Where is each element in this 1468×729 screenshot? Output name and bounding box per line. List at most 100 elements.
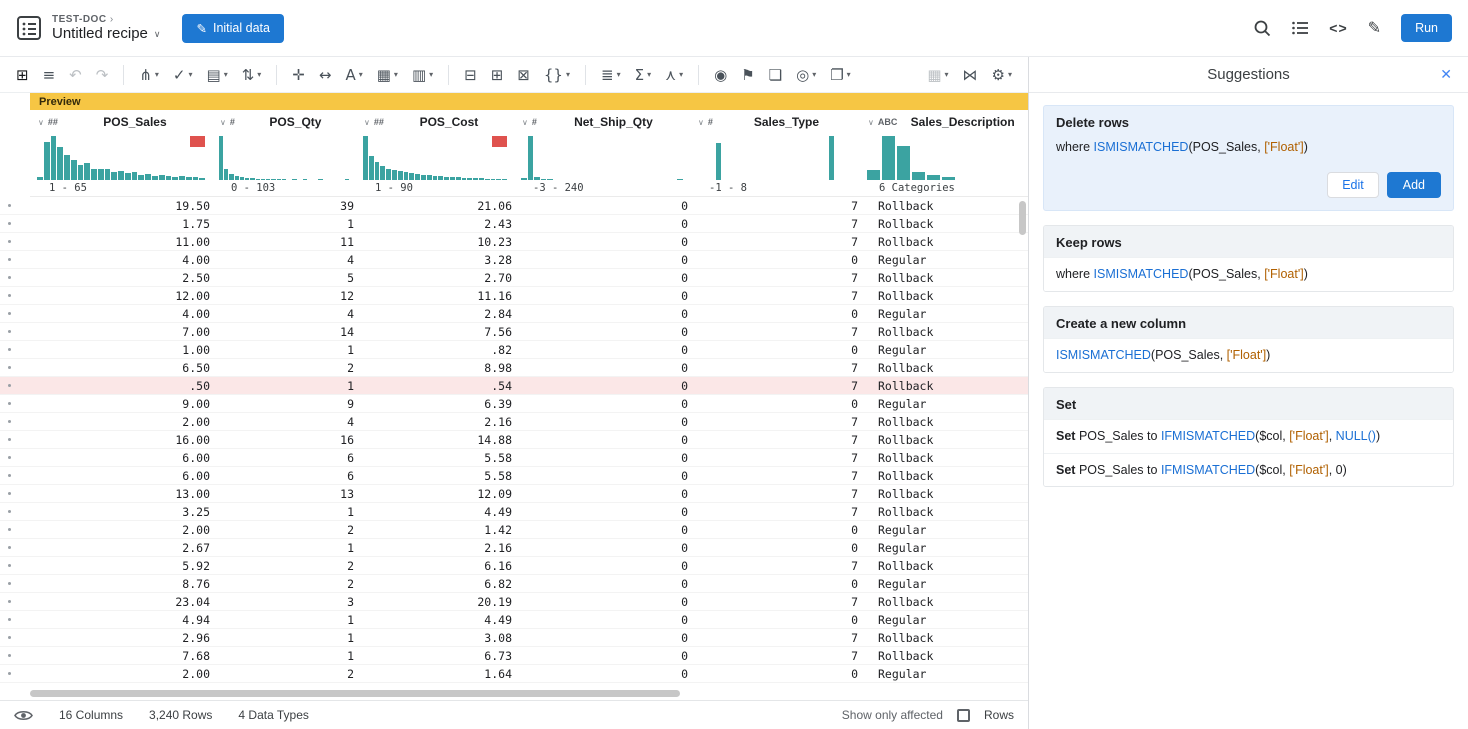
title-dropdown-caret-icon[interactable]: ∨ bbox=[154, 29, 161, 39]
table-row[interactable]: 1.7512.4307Rollback bbox=[0, 215, 1028, 233]
table-row[interactable]: 2.0042.1607Rollback bbox=[0, 413, 1028, 431]
histogram-bar[interactable] bbox=[496, 179, 501, 180]
table-row[interactable]: .501.5407Rollback bbox=[0, 377, 1028, 395]
histogram-bar[interactable] bbox=[318, 179, 322, 180]
cell-POS_Cost[interactable]: 12.09 bbox=[356, 487, 514, 501]
cell-POS_Cost[interactable]: 2.16 bbox=[356, 541, 514, 555]
cell-POS_Qty[interactable]: 3 bbox=[212, 595, 356, 609]
edit-button[interactable]: Edit bbox=[1327, 172, 1379, 198]
cell-POS_Cost[interactable]: 20.19 bbox=[356, 595, 514, 609]
table-row[interactable]: 5.9226.1607Rollback bbox=[0, 557, 1028, 575]
cell-POS_Cost[interactable]: .82 bbox=[356, 343, 514, 357]
cell-POS_Sales[interactable]: 4.00 bbox=[30, 253, 212, 267]
table-row[interactable]: 7.6816.7307Rollback bbox=[0, 647, 1028, 665]
cell-Sales_Type[interactable]: 7 bbox=[690, 379, 860, 393]
histogram-bar[interactable] bbox=[138, 175, 144, 180]
suggestion-card-set[interactable]: SetSet POS_Sales to IFMISMATCHED($col, [… bbox=[1043, 387, 1454, 488]
histogram-bar[interactable] bbox=[266, 179, 270, 180]
cell-POS_Qty[interactable]: 11 bbox=[212, 235, 356, 249]
cell-Sales_Type[interactable]: 0 bbox=[690, 613, 860, 627]
histogram-bar[interactable] bbox=[521, 178, 527, 180]
histogram-bar[interactable] bbox=[345, 179, 349, 180]
cell-POS_Sales[interactable]: 12.00 bbox=[30, 289, 212, 303]
cell-Net_Ship_Qty[interactable]: 0 bbox=[514, 361, 690, 375]
cell-Sales_Type[interactable]: 7 bbox=[690, 289, 860, 303]
cell-POS_Sales[interactable]: 7.00 bbox=[30, 325, 212, 339]
redo-button[interactable]: ↷ bbox=[90, 63, 115, 87]
column-header-POS_Sales[interactable]: ∨##POS_Sales bbox=[30, 110, 212, 134]
column-menu-caret-icon[interactable]: ∨ bbox=[212, 118, 230, 127]
table-row[interactable]: 6.0065.5807Rollback bbox=[0, 467, 1028, 485]
cell-Net_Ship_Qty[interactable]: 0 bbox=[514, 613, 690, 627]
histogram-bar[interactable] bbox=[398, 171, 403, 180]
flag-button[interactable]: ⚑ bbox=[735, 63, 760, 87]
table-row[interactable]: 6.5028.9807Rollback bbox=[0, 359, 1028, 377]
cell-Sales_Type[interactable]: 7 bbox=[690, 199, 860, 213]
cell-POS_Cost[interactable]: 3.28 bbox=[356, 253, 514, 267]
cell-POS_Qty[interactable]: 1 bbox=[212, 379, 356, 393]
cell-POS_Cost[interactable]: 1.64 bbox=[356, 667, 514, 681]
table-row[interactable]: 6.0065.5807Rollback bbox=[0, 449, 1028, 467]
cell-POS_Cost[interactable]: 11.16 bbox=[356, 289, 514, 303]
cell-Net_Ship_Qty[interactable]: 0 bbox=[514, 271, 690, 285]
histogram-bar[interactable] bbox=[450, 177, 455, 180]
histogram-bar[interactable] bbox=[229, 174, 233, 180]
fit-width-button[interactable]: ↔ bbox=[313, 63, 338, 87]
cell-Sales_Description[interactable]: Rollback bbox=[860, 415, 1028, 429]
cell-Sales_Description[interactable]: Regular bbox=[860, 253, 1028, 267]
cell-POS_Sales[interactable]: 1.75 bbox=[30, 217, 212, 231]
suggestion-expression[interactable]: ISMISMATCHED(POS_Sales, ['Float']) bbox=[1044, 338, 1453, 372]
histogram-bar[interactable] bbox=[145, 174, 151, 180]
cell-Net_Ship_Qty[interactable]: 0 bbox=[514, 469, 690, 483]
histogram-bar[interactable] bbox=[78, 165, 84, 180]
histogram-bar[interactable] bbox=[421, 175, 426, 180]
cell-Sales_Description[interactable]: Rollback bbox=[860, 487, 1028, 501]
cell-Sales_Description[interactable]: Rollback bbox=[860, 361, 1028, 375]
cell-POS_Qty[interactable]: 5 bbox=[212, 271, 356, 285]
table-row[interactable]: 2.0021.6400Regular bbox=[0, 665, 1028, 683]
cell-POS_Sales[interactable]: 5.92 bbox=[30, 559, 212, 573]
cell-POS_Qty[interactable]: 6 bbox=[212, 469, 356, 483]
cell-Sales_Type[interactable]: 7 bbox=[690, 271, 860, 285]
column-header-POS_Qty[interactable]: ∨#POS_Qty bbox=[212, 110, 356, 134]
cell-POS_Qty[interactable]: 1 bbox=[212, 613, 356, 627]
cell-Net_Ship_Qty[interactable]: 0 bbox=[514, 667, 690, 681]
cell-Net_Ship_Qty[interactable]: 0 bbox=[514, 325, 690, 339]
histogram-bar[interactable] bbox=[245, 178, 249, 180]
cell-POS_Cost[interactable]: 8.98 bbox=[356, 361, 514, 375]
cell-POS_Sales[interactable]: 7.68 bbox=[30, 649, 212, 663]
cell-POS_Cost[interactable]: 3.08 bbox=[356, 631, 514, 645]
cell-Sales_Type[interactable]: 7 bbox=[690, 433, 860, 447]
cell-Sales_Type[interactable]: 7 bbox=[690, 415, 860, 429]
cell-POS_Sales[interactable]: 23.04 bbox=[30, 595, 212, 609]
histogram-bar[interactable] bbox=[942, 177, 955, 180]
cell-POS_Sales[interactable]: 6.00 bbox=[30, 469, 212, 483]
cell-POS_Qty[interactable]: 1 bbox=[212, 217, 356, 231]
cell-POS_Sales[interactable]: 11.00 bbox=[30, 235, 212, 249]
cell-Net_Ship_Qty[interactable]: 0 bbox=[514, 649, 690, 663]
table-row[interactable]: 11.001110.2307Rollback bbox=[0, 233, 1028, 251]
cell-POS_Cost[interactable]: 6.73 bbox=[356, 649, 514, 663]
histogram-bar[interactable] bbox=[132, 172, 138, 180]
histogram-bar[interactable] bbox=[479, 178, 484, 180]
cell-POS_Qty[interactable]: 2 bbox=[212, 523, 356, 537]
cell-POS_Cost[interactable]: 7.56 bbox=[356, 325, 514, 339]
cell-POS_Sales[interactable]: 1.00 bbox=[30, 343, 212, 357]
histogram-bar[interactable] bbox=[282, 179, 286, 180]
column-menu-caret-icon[interactable]: ∨ bbox=[356, 118, 374, 127]
column-menu-caret-icon[interactable]: ∨ bbox=[514, 118, 532, 127]
table-row[interactable]: 8.7626.8200Regular bbox=[0, 575, 1028, 593]
table-row[interactable]: 3.2514.4907Rollback bbox=[0, 503, 1028, 521]
cell-POS_Sales[interactable]: 2.96 bbox=[30, 631, 212, 645]
table-row[interactable]: 2.0021.4200Regular bbox=[0, 521, 1028, 539]
cell-POS_Cost[interactable]: 6.82 bbox=[356, 577, 514, 591]
cell-POS_Sales[interactable]: 6.00 bbox=[30, 451, 212, 465]
visibility-eye-icon[interactable] bbox=[14, 709, 33, 722]
suggestion-card-keep-rows[interactable]: Keep rowswhere ISMISMATCHED(POS_Sales, [… bbox=[1043, 225, 1454, 292]
table-row[interactable]: 2.5052.7007Rollback bbox=[0, 269, 1028, 287]
histogram-bar[interactable] bbox=[415, 174, 420, 180]
cell-Sales_Description[interactable]: Rollback bbox=[860, 289, 1028, 303]
cell-POS_Qty[interactable]: 2 bbox=[212, 577, 356, 591]
cell-Sales_Description[interactable]: Rollback bbox=[860, 217, 1028, 231]
cell-Sales_Type[interactable]: 0 bbox=[690, 253, 860, 267]
